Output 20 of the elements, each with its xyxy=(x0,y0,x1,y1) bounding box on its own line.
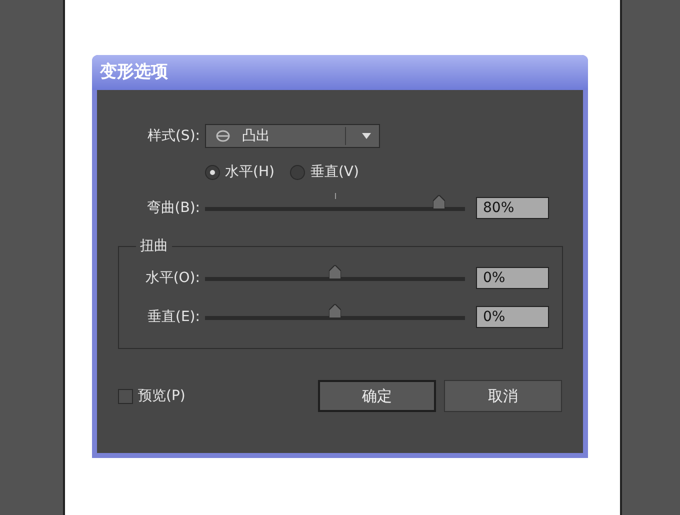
value-field[interactable]: 0% xyxy=(476,267,549,289)
value-field[interactable]: 0% xyxy=(476,306,549,328)
dialog-button[interactable]: 取消 xyxy=(444,380,562,412)
window-title: 变形选项 xyxy=(92,55,588,90)
radio-button[interactable]: 水平(H) xyxy=(205,162,274,183)
slider-thumb[interactable] xyxy=(329,265,341,279)
group-title: 扭曲 xyxy=(139,239,169,253)
checkbox[interactable]: 预览(P) xyxy=(118,386,186,406)
style-dropdown[interactable]: 凸出 xyxy=(205,124,380,148)
radio-button[interactable]: 垂直(V) xyxy=(290,162,359,183)
value-field[interactable]: 80% xyxy=(476,197,549,219)
field-label: 样式(S): xyxy=(146,126,200,146)
caret-icon xyxy=(362,133,371,139)
shape-icon xyxy=(216,130,230,142)
field-label: 弯曲(B): xyxy=(146,198,200,218)
field-label: 水平(O): xyxy=(144,268,200,288)
slider-thumb[interactable] xyxy=(433,195,445,209)
dialog-button[interactable]: 确定 xyxy=(318,380,436,412)
slider-thumb[interactable] xyxy=(329,304,341,318)
field-label: 垂直(E): xyxy=(146,308,200,326)
